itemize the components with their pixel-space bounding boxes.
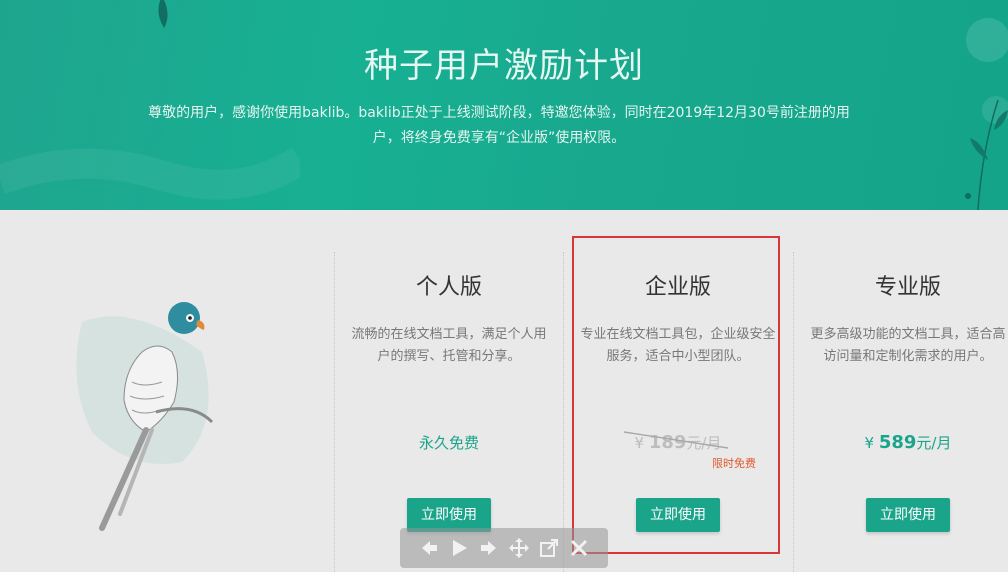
- price-text: 永久免费: [418, 434, 479, 452]
- hero-banner: 种子用户激励计划 尊敬的用户，感谢你使用baklib。baklib正处于上线测试…: [0, 0, 1008, 210]
- arrow-right-icon[interactable]: [478, 537, 500, 559]
- parrot-illustration: [76, 302, 214, 531]
- currency-symbol: ¥: [864, 434, 875, 452]
- plan-name: 个人版: [415, 275, 482, 300]
- hero-description: 尊敬的用户，感谢你使用baklib。baklib正处于上线测试阶段，特邀您体验，…: [128, 101, 870, 151]
- floating-toolbar: [400, 528, 608, 568]
- arrow-left-icon[interactable]: [418, 537, 440, 559]
- plant-decoration: [965, 18, 1008, 210]
- highlight-annotation-box: [572, 236, 780, 554]
- hero-description-line: 户，将终身免费享有“企业版”使用权限。: [372, 130, 626, 146]
- plan-name: 专业版: [874, 275, 941, 300]
- plan-card-pro: 专业版 更多高级功能的文档工具，适合高 访问量和定制化需求的用户。 ¥ 589元…: [794, 270, 1008, 532]
- use-now-button[interactable]: 立即使用: [866, 498, 950, 532]
- plan-description-line: 更多高级功能的文档工具，适合高: [810, 327, 1006, 342]
- plan-description: 更多高级功能的文档工具，适合高 访问量和定制化需求的用户。: [794, 324, 1008, 368]
- plan-description: 流畅的在线文档工具，满足个人用 户的撰写、托管和分享。: [335, 324, 563, 368]
- close-icon[interactable]: [568, 537, 590, 559]
- play-icon[interactable]: [448, 537, 470, 559]
- plan-description-line: 流畅的在线文档工具，满足个人用: [351, 327, 547, 342]
- use-now-button[interactable]: 立即使用: [407, 498, 491, 532]
- leaf-decoration: [158, 0, 168, 28]
- open-external-icon[interactable]: [538, 537, 560, 559]
- plan-description-line: 访问量和定制化需求的用户。: [823, 349, 993, 364]
- plan-price: 永久免费: [335, 432, 563, 453]
- plan-price: ¥ 589元/月: [794, 432, 1008, 453]
- plan-description-line: 户的撰写、托管和分享。: [377, 349, 521, 364]
- price-unit: 元/月: [916, 434, 952, 452]
- plan-card-personal: 个人版 流畅的在线文档工具，满足个人用 户的撰写、托管和分享。 永久免费 立即使…: [335, 270, 563, 532]
- hero-description-line: 尊敬的用户，感谢你使用baklib。baklib正处于上线测试阶段，特邀您体验，…: [148, 105, 850, 121]
- price-number: 589: [878, 432, 917, 453]
- move-icon[interactable]: [508, 537, 530, 559]
- page-title: 种子用户激励计划: [364, 46, 644, 86]
